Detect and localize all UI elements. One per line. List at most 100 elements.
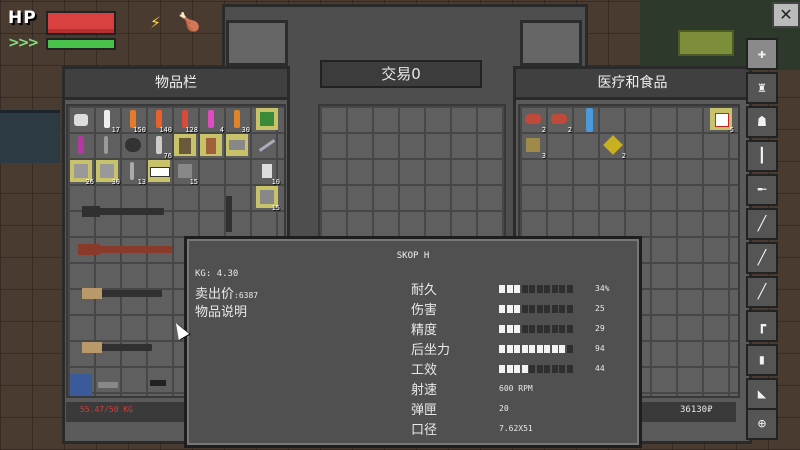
inventory-item[interactable]: 26	[70, 160, 94, 186]
stamina-bar	[46, 38, 116, 50]
stat-bar-segment	[529, 285, 535, 293]
stat-bar-segment	[499, 325, 505, 333]
inventory-item[interactable]	[122, 134, 144, 156]
rifle-item[interactable]	[218, 196, 242, 236]
inventory-item[interactable]: 10	[256, 160, 280, 186]
inventory-item[interactable]: 150	[122, 108, 146, 134]
inventory-item[interactable]	[256, 108, 278, 130]
inventory-item[interactable]: 128	[174, 108, 198, 134]
inventory-item[interactable]	[70, 374, 92, 396]
inventory-item[interactable]	[200, 134, 222, 156]
stat-bar-segment	[536, 365, 543, 373]
stat-bar-segment	[559, 325, 565, 333]
lightning-icon: ⚡	[150, 12, 161, 33]
inventory-item[interactable]: 76	[148, 134, 172, 160]
stat-value: 94	[595, 344, 605, 353]
stock-icon[interactable]: ◣	[746, 378, 778, 410]
stat-bar-segment	[566, 325, 573, 333]
stat-bar-segment	[544, 345, 550, 353]
sell-price: 卖出价:6387	[195, 283, 258, 302]
stat-bar	[499, 285, 575, 293]
close-button[interactable]: ✕	[772, 2, 800, 28]
stat-bar-segment	[529, 325, 535, 333]
stat-bar-segment	[514, 365, 520, 373]
stat-bar-segment	[551, 285, 558, 293]
stat-bar-segment	[529, 305, 535, 313]
magazine-icon[interactable]: ▮	[746, 344, 778, 376]
inventory-item[interactable]: 140	[148, 108, 172, 134]
sniper-icon-2[interactable]: ╱	[746, 276, 778, 308]
stat-bar-segment	[499, 285, 505, 293]
inventory-item[interactable]: 15	[174, 160, 198, 186]
stat-label: 耐久	[411, 283, 438, 298]
inventory-item[interactable]: 17	[96, 108, 120, 134]
stat-bar	[499, 345, 575, 353]
world-wall	[0, 110, 60, 163]
scope-icon[interactable]: ⊕	[746, 408, 778, 440]
stat-bar-segment	[544, 325, 550, 333]
vendor-item[interactable]: 5	[710, 108, 734, 134]
item-description[interactable]: 物品说明	[195, 301, 247, 320]
item-tooltip: SKOP H KG: 4.30 卖出价:6387 物品说明 耐久 34% 伤害 …	[184, 236, 642, 448]
stat-bar-segment	[514, 285, 520, 293]
rifle-icon[interactable]: ╾	[746, 174, 778, 206]
inventory-item[interactable]: 15	[256, 186, 280, 212]
stat-bar-segment	[536, 305, 543, 313]
inventory-item[interactable]: 30	[226, 108, 250, 134]
spray-icon[interactable]: ♜	[746, 72, 778, 104]
inventory-item[interactable]	[70, 134, 92, 156]
inventory-item[interactable]	[256, 134, 278, 156]
stat-value: 34%	[595, 284, 610, 293]
armor-icon[interactable]: ☗	[746, 106, 778, 138]
stat-bar	[499, 305, 575, 313]
sell-price-label: 卖出价	[195, 287, 235, 302]
stat-value: 44	[595, 364, 605, 373]
stat-bar-segment	[529, 345, 535, 353]
vendor-item[interactable]: 2	[602, 134, 626, 160]
inventory-item[interactable]	[174, 134, 196, 156]
stat-bar-segment	[521, 365, 528, 373]
inventory-item[interactable]: 13	[122, 160, 146, 186]
couch	[678, 30, 734, 56]
category-sidebar: ✚ ♜ ☗ ┃ ╾ ╱ ╱ ╱ ┏ ▮ ◣ ⊕	[746, 38, 778, 440]
inventory-item[interactable]	[96, 374, 118, 396]
drumstick-icon: 🍗	[178, 12, 201, 33]
stat-bar-segment	[506, 285, 513, 293]
vendor-item[interactable]: 2	[548, 108, 572, 134]
stat-bar-segment	[551, 365, 558, 373]
inventory-item[interactable]	[70, 108, 92, 130]
rifle-item[interactable]	[80, 200, 170, 222]
weight-text: 55.47/50 KG	[80, 405, 133, 414]
stat-bar-segment	[506, 365, 513, 373]
inventory-item[interactable]	[226, 134, 248, 156]
stat-bar-segment	[521, 325, 528, 333]
stat-bar-segment	[544, 285, 550, 293]
vendor-item[interactable]	[578, 108, 600, 132]
stamina-arrows: >>>	[8, 35, 39, 51]
hp-label: HP	[8, 8, 37, 28]
sniper-icon[interactable]: ╱	[746, 242, 778, 274]
vendor-item[interactable]: 3	[522, 134, 546, 160]
inventory-item[interactable]: 30	[96, 160, 120, 186]
hunting-rifle-item[interactable]	[78, 238, 178, 260]
stat-bar-segment	[521, 285, 528, 293]
inventory-item[interactable]	[148, 160, 170, 182]
stat-bar-segment	[544, 305, 550, 313]
sell-price-value: :6387	[234, 291, 259, 300]
inventory-item[interactable]	[96, 134, 118, 156]
pistol-item[interactable]	[148, 374, 170, 396]
trade-panel-decor	[226, 20, 288, 66]
ammo-icon[interactable]: ┃	[746, 140, 778, 172]
knife-icon[interactable]: ╱	[746, 208, 778, 240]
assault-rifle-item[interactable]	[80, 334, 160, 360]
stat-label: 伤害	[411, 303, 438, 318]
stat-bar-segment	[551, 325, 558, 333]
vendor-item[interactable]: 2	[522, 108, 546, 134]
medkit-icon[interactable]: ✚	[746, 38, 778, 70]
stat-bar-segment	[551, 305, 558, 313]
stat-bar-segment	[551, 345, 558, 353]
pistol-icon[interactable]: ┏	[746, 310, 778, 342]
stat-bar-segment	[506, 305, 513, 313]
assault-rifle-item[interactable]	[80, 280, 170, 306]
inventory-item[interactable]: 4	[200, 108, 224, 134]
